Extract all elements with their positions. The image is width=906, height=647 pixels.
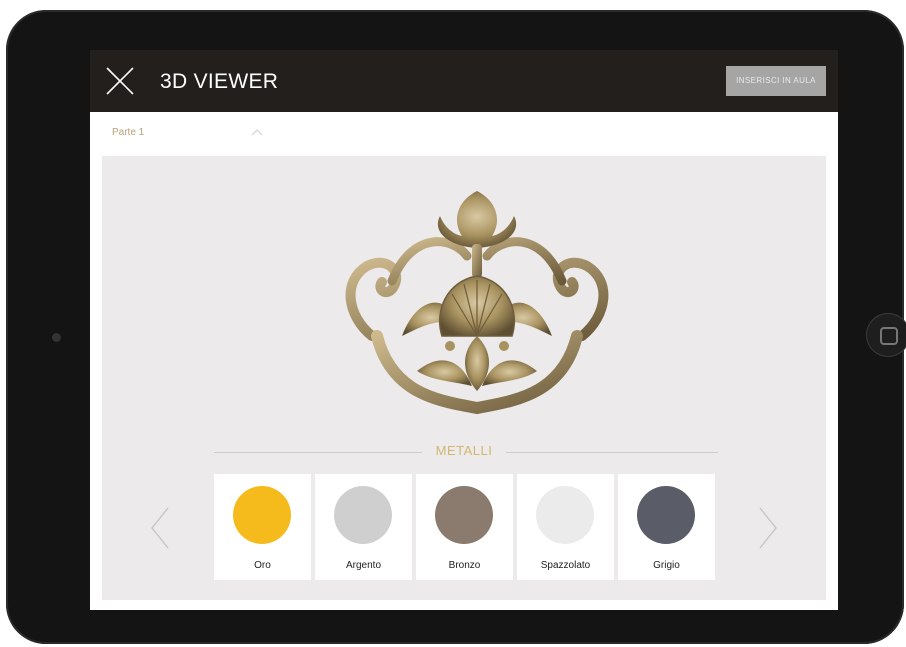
part-selector-label: Parte 1 bbox=[112, 127, 145, 138]
swatch-grigio[interactable]: Grigio bbox=[618, 474, 715, 580]
chevron-up-icon[interactable] bbox=[251, 128, 263, 136]
swatch-color bbox=[334, 486, 392, 544]
swatch-bronzo[interactable]: Bronzo bbox=[416, 474, 513, 580]
swatch-color bbox=[435, 486, 493, 544]
section-title: METALLI bbox=[435, 443, 493, 458]
part-selector[interactable]: Parte 1 bbox=[90, 112, 838, 156]
ornament-3d-model[interactable] bbox=[332, 186, 622, 426]
swatch-label: Argento bbox=[345, 560, 382, 571]
page-title: 3D VIEWER bbox=[160, 70, 279, 93]
home-button[interactable] bbox=[866, 313, 906, 357]
swatch-color bbox=[233, 486, 291, 544]
top-bar: 3D VIEWER inserisci in aula bbox=[90, 50, 838, 112]
view-in-room-button[interactable]: inserisci in aula bbox=[726, 66, 826, 96]
swatch-oro[interactable]: Oro bbox=[214, 474, 311, 580]
section-divider-right bbox=[506, 452, 718, 453]
swatch-spazzolato[interactable]: Spazzolato bbox=[517, 474, 614, 580]
swatch-argento[interactable]: Argento bbox=[315, 474, 412, 580]
swatch-label: Oro bbox=[254, 560, 271, 571]
section-divider-left bbox=[214, 452, 422, 453]
swatch-color bbox=[536, 486, 594, 544]
front-camera bbox=[52, 333, 61, 342]
swatch-label: Bronzo bbox=[448, 560, 481, 571]
chevron-left-icon[interactable] bbox=[150, 506, 170, 550]
close-icon[interactable] bbox=[105, 66, 135, 96]
material-swatches: Oro Argento Bronzo Spazzolato Grigio bbox=[214, 474, 718, 580]
chevron-right-icon[interactable] bbox=[758, 506, 778, 550]
swatch-color bbox=[637, 486, 695, 544]
3d-viewport[interactable]: METALLI Oro Argento Bronzo Spazzolato Gr… bbox=[102, 156, 826, 600]
swatch-label: Spazzolato bbox=[540, 560, 591, 571]
app-screen: 3D VIEWER inserisci in aula Parte 1 bbox=[90, 50, 838, 610]
swatch-label: Grigio bbox=[653, 560, 680, 571]
